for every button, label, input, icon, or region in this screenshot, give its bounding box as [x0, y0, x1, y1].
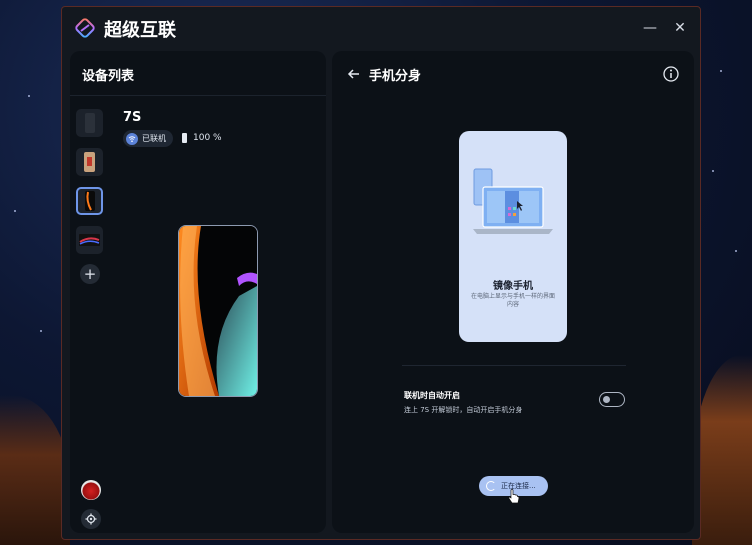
phone-7s-thumbnail-icon [85, 191, 95, 211]
minimize-icon: — [643, 20, 657, 36]
close-icon: ✕ [674, 20, 686, 36]
device-list-title: 设备列表 [82, 69, 135, 84]
device-thumb-1[interactable] [76, 109, 103, 137]
divider [402, 365, 626, 366]
divider [70, 95, 326, 96]
connection-status-badge: 已联机 [123, 130, 173, 147]
card-title: 镜像手机 [493, 281, 533, 292]
gear-icon [85, 513, 97, 525]
battery-level: 100 % [193, 133, 222, 143]
laptop-phone-illustration [473, 168, 553, 234]
back-arrow-icon[interactable] [346, 66, 362, 82]
device-thumb-4[interactable] [76, 226, 103, 254]
mirror-panel: 手机分身 镜像手机 在电脑上显示与手机一样的界面内容 联机时自动开启 连上 7S… [332, 51, 694, 533]
settings-button[interactable] [81, 509, 101, 529]
plus-icon: + [83, 265, 97, 283]
battery-icon [182, 133, 187, 143]
minimize-button[interactable]: — [640, 18, 660, 38]
hand-pointer-icon [508, 489, 520, 504]
auto-open-toggle[interactable] [599, 392, 625, 407]
wallpaper-graphic [179, 226, 257, 396]
device-list-panel: 设备列表 + 7S 已联机 100 % [70, 51, 326, 533]
background-rock-right [692, 355, 752, 545]
connection-status-text: 已联机 [142, 134, 166, 143]
app-window: 超级互联 — ✕ 设备列表 + 7S 已联机 100 % 手机分身 镜像手机 在… [61, 6, 701, 540]
card-description: 在电脑上显示与手机一样的界面内容 [471, 293, 556, 308]
tablet-thumbnail-icon [79, 234, 100, 246]
device-preview-image [178, 225, 258, 397]
app-title: 超级互联 [104, 20, 176, 41]
loading-spinner-icon [486, 481, 496, 491]
phone-dark-thumbnail-icon [85, 113, 95, 133]
device-thumb-2[interactable] [76, 148, 103, 176]
battery-status: 100 % [182, 133, 222, 143]
mirror-phone-card[interactable]: 镜像手机 在电脑上显示与手机一样的界面内容 [459, 131, 567, 342]
close-button[interactable]: ✕ [670, 18, 690, 38]
device-name: 7S [123, 110, 142, 125]
app-logo-icon [75, 18, 95, 38]
toggle-knob [603, 396, 610, 403]
info-icon[interactable] [662, 65, 680, 83]
wifi-icon [126, 132, 138, 145]
add-device-button[interactable]: + [80, 264, 100, 284]
avatar[interactable] [81, 480, 101, 500]
auto-open-description: 连上 7S 开解锁时，自动开启手机分身 [404, 406, 523, 414]
mirror-title: 手机分身 [369, 69, 422, 84]
background-rock-left [0, 395, 70, 545]
title-bar: 超级互联 — ✕ [62, 7, 700, 51]
device-thumb-7s-selected[interactable] [76, 187, 103, 215]
auto-open-label: 联机时自动开启 [404, 391, 460, 400]
phone-orange-thumbnail-icon [84, 152, 95, 172]
